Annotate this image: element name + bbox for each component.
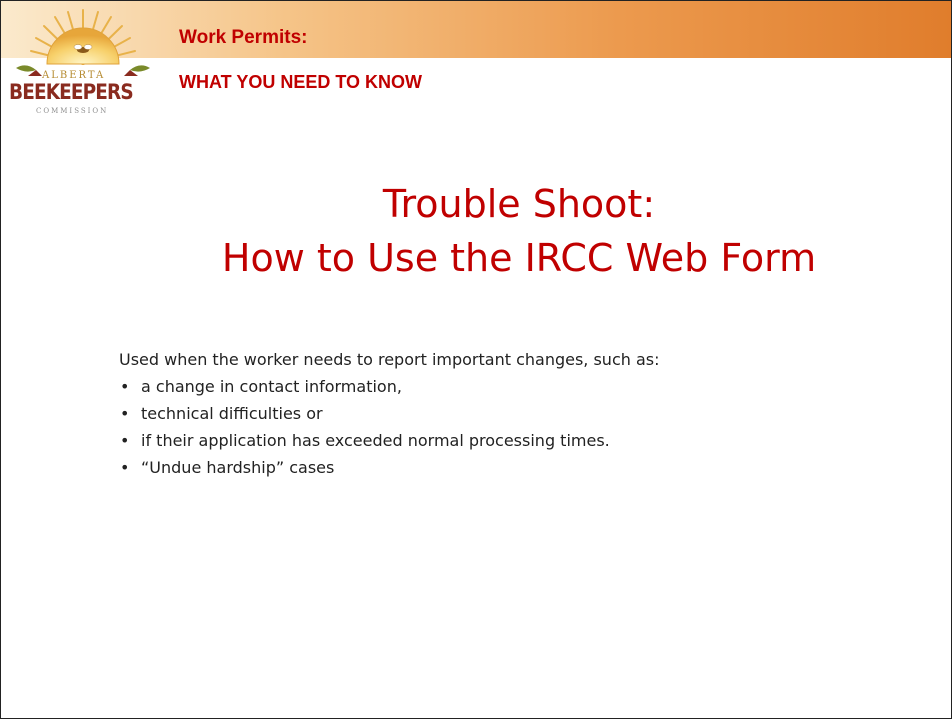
header-subtitle: WHAT YOU NEED TO KNOW <box>179 72 422 92</box>
logo-beekeepers-text: BEEKEEPERS <box>9 80 134 104</box>
intro-text: Used when the worker needs to report imp… <box>119 350 660 369</box>
slide-title-line-1: Trouble Shoot: <box>382 182 656 226</box>
bullet-item: • technical difficulties or <box>119 400 879 427</box>
bullet-dot-icon: • <box>120 458 130 477</box>
bullet-dot-icon: • <box>120 377 130 396</box>
bullet-text: a change in contact information, <box>141 377 402 396</box>
slide-body: Used when the worker needs to report imp… <box>119 346 879 481</box>
bullet-item: • if their application has exceeded norm… <box>119 427 879 454</box>
bullet-text: “Undue hardship” cases <box>141 458 335 477</box>
slide: ALBERTA BEEKEEPERS COMMISSION Work Permi… <box>0 0 952 719</box>
beekeepers-logo: ALBERTA BEEKEEPERS COMMISSION <box>6 4 156 119</box>
bullet-text: technical difficulties or <box>141 404 323 423</box>
bullet-text: if their application has exceeded normal… <box>141 431 610 450</box>
logo-commission-text: COMMISSION <box>36 107 109 115</box>
bullet-item: • a change in contact information, <box>119 373 879 400</box>
bullet-dot-icon: • <box>120 404 130 423</box>
slide-title: Trouble Shoot: How to Use the IRCC Web F… <box>1 177 951 285</box>
header-title: Work Permits: <box>179 27 308 48</box>
bullet-dot-icon: • <box>120 431 130 450</box>
bullet-item: • “Undue hardship” cases <box>119 454 879 481</box>
slide-title-line-2: How to Use the IRCC Web Form <box>221 236 817 280</box>
bullet-list: • a change in contact information, • tec… <box>119 373 879 481</box>
